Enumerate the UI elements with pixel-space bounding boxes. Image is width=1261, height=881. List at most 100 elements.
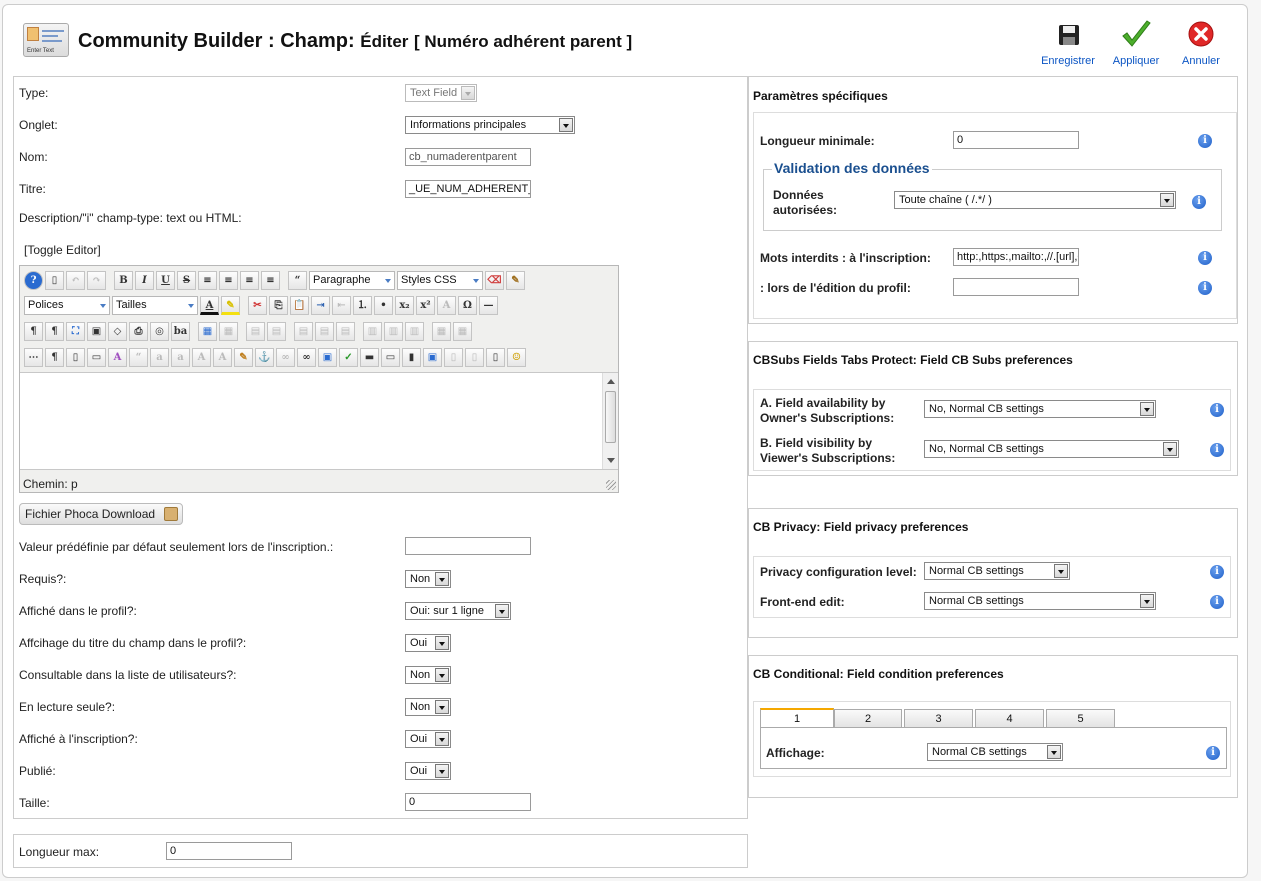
toggle-editor-link[interactable]: [Toggle Editor] (24, 243, 101, 257)
profile-select[interactable]: Oui: sur 1 ligne (405, 602, 511, 620)
align-center-icon[interactable]: ≡ (219, 270, 238, 290)
forbidden-reg-input[interactable]: http:,https:,mailto:,//.[url],< (953, 248, 1079, 266)
allowed-select[interactable]: Toute chaîne ( /.*/ ) (894, 191, 1176, 209)
readonly-select[interactable]: Non (405, 698, 451, 716)
forbidden-edit-input[interactable] (953, 278, 1079, 296)
bold-icon[interactable]: B (114, 270, 133, 290)
fullscreen-icon[interactable]: ⛶ (66, 321, 85, 341)
frontend-edit-select[interactable]: Normal CB settings (924, 592, 1156, 610)
replace-icon[interactable]: ba (171, 321, 190, 341)
insert-layer-icon[interactable]: ▭ (87, 347, 106, 367)
redo-icon[interactable]: ↷ (87, 270, 106, 290)
ordered-list-icon[interactable]: ⒈ (353, 295, 372, 315)
pagebreak2-icon[interactable]: ▯ (465, 347, 484, 367)
align-right-icon[interactable]: ≡ (261, 270, 280, 290)
disabled-icon[interactable]: A (437, 295, 456, 315)
info-icon[interactable]: i (1206, 746, 1220, 760)
ltr-icon[interactable]: ¶ (24, 321, 43, 341)
unordered-list-icon[interactable]: • (374, 295, 393, 315)
searchable-select[interactable]: Non (405, 666, 451, 684)
published-select[interactable]: Oui (405, 762, 451, 780)
delete-row-icon[interactable]: ▤ (336, 321, 355, 341)
required-select[interactable]: Non (405, 570, 451, 588)
col-before-icon[interactable]: ▥ (363, 321, 382, 341)
cbsubs-b-select[interactable]: No, Normal CB settings (924, 440, 1179, 458)
save-button[interactable]: Enregistrer (1037, 17, 1099, 67)
row-before-icon[interactable]: ▤ (294, 321, 313, 341)
cite-icon[interactable]: “ (129, 347, 148, 367)
conditional-tab-1[interactable]: 1 (760, 708, 834, 728)
apply-button[interactable]: Appliquer (1105, 17, 1167, 67)
superscript-icon[interactable]: x² (416, 295, 435, 315)
privacy-level-select[interactable]: Normal CB settings (924, 562, 1070, 580)
row-after-icon[interactable]: ▤ (315, 321, 334, 341)
insert-text-icon[interactable]: A (213, 347, 232, 367)
search-icon[interactable]: ◎ (150, 321, 169, 341)
blockquote-icon[interactable]: “ (288, 270, 307, 290)
info-icon[interactable]: i (1198, 251, 1212, 265)
paste-icon[interactable]: 📋 (290, 295, 309, 315)
italic-icon[interactable]: I (135, 270, 154, 290)
tab-select[interactable]: Informations principales (405, 116, 575, 134)
split-cells-icon[interactable]: ▦ (432, 321, 451, 341)
page-break-icon[interactable]: ▬ (360, 347, 379, 367)
delete-table-icon[interactable]: ▦ (219, 321, 238, 341)
unlink-icon[interactable]: ∞ (276, 347, 295, 367)
highlight-color-icon[interactable]: ✎ (221, 295, 240, 315)
cbsubs-a-select[interactable]: No, Normal CB settings (924, 400, 1156, 418)
type-select[interactable]: Text Field (405, 84, 477, 102)
title-profile-select[interactable]: Oui (405, 634, 451, 652)
style-props-icon[interactable]: A (108, 347, 127, 367)
insert-date-icon[interactable]: ▭ (381, 347, 400, 367)
copy-icon[interactable]: ⎘ (269, 295, 288, 315)
text-color-icon[interactable]: A (200, 295, 219, 315)
styles-select[interactable]: Styles CSS (397, 270, 483, 290)
acronym-icon[interactable]: a (171, 347, 190, 367)
print-icon[interactable]: ⎙ (129, 321, 148, 341)
link-icon[interactable]: ∞ (297, 347, 316, 367)
subscript-icon[interactable]: x₂ (395, 295, 414, 315)
justify-icon[interactable]: ≡ (198, 270, 217, 290)
cell-props-icon[interactable]: ▤ (267, 321, 286, 341)
editor-resize-handle[interactable] (606, 480, 616, 490)
help-icon[interactable]: ? (24, 270, 43, 290)
cut-icon[interactable]: ✂ (248, 295, 267, 315)
spellcheck-icon[interactable]: ✓ (339, 347, 358, 367)
media-icon[interactable]: ▮ (402, 347, 421, 367)
conditional-tab-2[interactable]: 2 (834, 709, 902, 728)
format-select[interactable]: Paragraphe (309, 270, 395, 290)
template-icon[interactable]: ◇ (108, 321, 127, 341)
title-input[interactable]: _UE_NUM_ADHERENT_PA (405, 180, 531, 198)
strikethrough-icon[interactable]: S (177, 270, 196, 290)
merge-cells-icon[interactable]: ▦ (453, 321, 472, 341)
delete-col-icon[interactable]: ▥ (405, 321, 424, 341)
underline-icon[interactable]: U (156, 270, 175, 290)
insert-file-icon[interactable]: ▯ (66, 347, 85, 367)
undo-icon[interactable]: ↶ (66, 270, 85, 290)
delete-text-icon[interactable]: A (192, 347, 211, 367)
registration-select[interactable]: Oui (405, 730, 451, 748)
horizontal-rule-icon[interactable]: — (479, 295, 498, 315)
maxlength-input[interactable]: 0 (166, 842, 292, 860)
abbr-icon[interactable]: a (150, 347, 169, 367)
visual-aid-icon[interactable]: ⋯ (24, 347, 43, 367)
outdent-icon[interactable]: ⇤ (332, 295, 351, 315)
eraser-icon[interactable]: ⌫ (485, 270, 504, 290)
indent-icon[interactable]: ⇥ (311, 295, 330, 315)
info-icon[interactable]: i (1210, 565, 1224, 579)
editor-content-area[interactable] (20, 372, 618, 470)
image-icon[interactable]: ▣ (318, 347, 337, 367)
phoca-download-button[interactable]: Fichier Phoca Download (19, 503, 183, 525)
preview-icon[interactable]: ▣ (87, 321, 106, 341)
cancel-button[interactable]: Annuler (1170, 17, 1232, 67)
fonts-select[interactable]: Polices (24, 295, 110, 315)
sizes-select[interactable]: Tailles (112, 295, 198, 315)
col-after-icon[interactable]: ▥ (384, 321, 403, 341)
article-image-icon[interactable]: ▣ (423, 347, 442, 367)
conditional-tab-4[interactable]: 4 (975, 709, 1044, 728)
cleanup-broom-icon[interactable]: ✎ (506, 270, 525, 290)
editor-scrollbar[interactable] (602, 373, 618, 469)
minlength-input[interactable]: 0 (953, 131, 1079, 149)
anchor-icon[interactable]: ⚓ (255, 347, 274, 367)
align-left-icon[interactable]: ≡ (240, 270, 259, 290)
